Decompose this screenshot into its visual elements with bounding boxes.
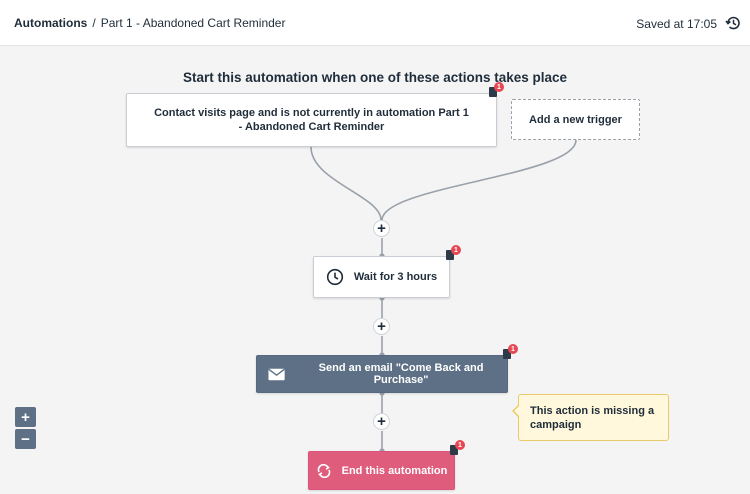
end-notes-badge[interactable]: 1	[449, 440, 465, 456]
note-count: 1	[508, 344, 518, 354]
breadcrumb-separator: /	[92, 16, 96, 30]
trigger-node[interactable]: Contact visits page and is not currently…	[126, 93, 497, 147]
clock-icon	[326, 268, 343, 286]
missing-campaign-warning: This action is missing a campaign	[512, 394, 669, 441]
trigger-notes-badge[interactable]: 1	[488, 82, 504, 98]
note-count: 1	[455, 440, 465, 450]
add-trigger-button[interactable]: Add a new trigger	[511, 99, 640, 140]
workflow-canvas: Start this automation when one of these …	[0, 46, 750, 494]
send-email-step-label: Send an email "Come Back and Purchase"	[318, 362, 484, 386]
zoom-out-button[interactable]: −	[15, 429, 36, 449]
note-count: 1	[451, 245, 461, 255]
envelope-icon	[268, 368, 285, 380]
saved-status: Saved at 17:05	[636, 17, 717, 31]
breadcrumb-automations-link[interactable]: Automations	[14, 16, 87, 30]
wait-step-label: Wait for 3 hours	[353, 271, 438, 283]
breadcrumb: Automations / Part 1 - Abandoned Cart Remi…	[14, 16, 285, 30]
breadcrumb-current-page: Part 1 - Abandoned Cart Reminder	[100, 16, 286, 30]
send-email-step-node[interactable]: Send an email "Come Back and Purchase"	[256, 355, 508, 393]
add-step-button[interactable]: +	[373, 318, 390, 335]
restart-icon	[317, 463, 330, 478]
zoom-in-button[interactable]: +	[15, 407, 36, 427]
history-icon[interactable]	[724, 14, 742, 32]
add-step-button[interactable]: +	[373, 413, 390, 430]
note-count: 1	[494, 82, 504, 92]
add-step-button[interactable]: +	[373, 220, 390, 237]
end-automation-label: End this automation	[341, 464, 448, 477]
wait-step-node[interactable]: Wait for 3 hours	[313, 256, 450, 298]
end-automation-node[interactable]: End this automation	[308, 451, 455, 490]
wait-notes-badge[interactable]: 1	[445, 245, 461, 261]
top-bar: Automations / Part 1 - Abandoned Cart Remi…	[0, 0, 750, 46]
email-notes-badge[interactable]: 1	[502, 344, 518, 360]
